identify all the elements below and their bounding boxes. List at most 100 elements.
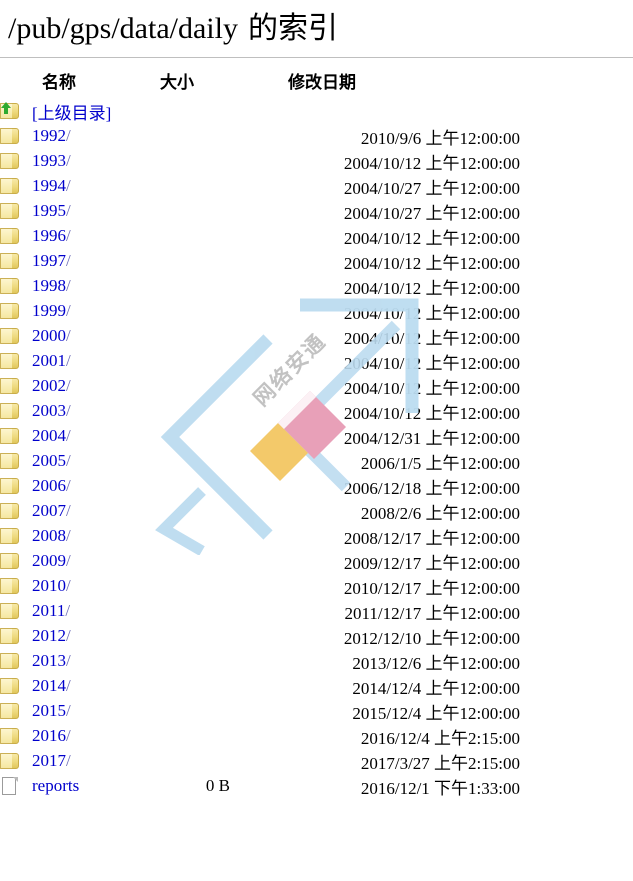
entry-link[interactable]: 2015/ (32, 701, 71, 720)
entry-link[interactable]: 2016/ (32, 726, 71, 745)
entry-date-cell: 2016/12/4 上午2:15:00 (360, 728, 520, 748)
entry-size-cell (152, 274, 230, 299)
entry-link[interactable]: 1998/ (32, 276, 71, 295)
entry-icon-cell (0, 499, 32, 524)
entry-link[interactable]: 2002/ (32, 376, 71, 395)
table-row[interactable]: 2014/2014/12/4 上午12:00:00 (0, 674, 520, 699)
folder-icon (0, 677, 20, 695)
entry-icon-cell (0, 599, 32, 624)
entry-name-cell: reports (32, 774, 152, 799)
entry-link[interactable]: 2011/ (32, 601, 70, 620)
table-row[interactable]: 1999/2004/10/12 上午12:00:00 (0, 299, 520, 324)
entry-link[interactable]: 2010/ (32, 576, 71, 595)
parent-directory-link[interactable]: [上级目录] (32, 104, 111, 123)
entry-link[interactable]: 2014/ (32, 676, 71, 695)
table-row[interactable]: 2008/2008/12/17 上午12:00:00 (0, 524, 520, 549)
folder-up-icon (0, 102, 20, 120)
entry-date-cell: 2004/10/12 上午12:00:00 (343, 353, 520, 373)
folder-icon (0, 202, 20, 220)
entry-link[interactable]: 2000/ (32, 326, 71, 345)
entry-link[interactable]: 2008/ (32, 526, 71, 545)
table-row[interactable]: 1998/2004/10/12 上午12:00:00 (0, 274, 520, 299)
entry-link[interactable]: 2004/ (32, 426, 71, 445)
entry-link[interactable]: 1993/ (32, 151, 71, 170)
table-row[interactable]: 2004/2004/12/31 上午12:00:00 (0, 424, 520, 449)
entry-size-cell (152, 299, 230, 324)
table-row[interactable]: 2007/2008/2/6 上午12:00:00 (0, 499, 520, 524)
table-row[interactable]: 1996/2004/10/12 上午12:00:00 (0, 224, 520, 249)
entry-size-cell (152, 249, 230, 274)
entry-link[interactable]: 2017/ (32, 751, 71, 770)
table-row[interactable]: 2011/2011/12/17 上午12:00:00 (0, 599, 520, 624)
entry-link[interactable]: 1992/ (32, 126, 71, 145)
entry-size-cell (152, 499, 230, 524)
table-row[interactable]: reports 0 B 2016/12/1 下午1:33:00 (0, 774, 520, 799)
entry-link[interactable]: 2013/ (32, 651, 71, 670)
entry-name-cell: 2012/ (32, 624, 152, 649)
entry-link[interactable]: 1999/ (32, 301, 71, 320)
table-row[interactable]: 2003/2004/10/12 上午12:00:00 (0, 399, 520, 424)
table-row[interactable]: 1994/2004/10/27 上午12:00:00 (0, 174, 520, 199)
entry-size-cell (152, 224, 230, 249)
entry-size-cell (152, 349, 230, 374)
table-row[interactable]: 1995/2004/10/27 上午12:00:00 (0, 199, 520, 224)
page-title: /pub/gps/data/daily 的索引 (0, 0, 633, 47)
table-row[interactable]: 1992/2010/9/6 上午12:00:00 (0, 124, 520, 149)
entry-link[interactable]: 1995/ (32, 201, 71, 220)
column-header-date[interactable]: 修改日期 (230, 68, 520, 99)
entry-name-cell: 2000/ (32, 324, 152, 349)
table-row[interactable]: 2010/2010/12/17 上午12:00:00 (0, 574, 520, 599)
entry-size-cell (152, 474, 230, 499)
table-row[interactable]: 2000/2004/10/12 上午12:00:00 (0, 324, 520, 349)
entry-link[interactable]: 2006/ (32, 476, 71, 495)
entry-name-cell: 2002/ (32, 374, 152, 399)
entry-link[interactable]: 1997/ (32, 251, 71, 270)
table-row[interactable]: 2016/2016/12/4 上午2:15:00 (0, 724, 520, 749)
table-row[interactable]: 2001/2004/10/12 上午12:00:00 (0, 349, 520, 374)
column-header-name[interactable]: 名称 (32, 68, 152, 99)
column-header-size[interactable]: 大小 (152, 68, 230, 99)
entry-link[interactable]: reports (32, 776, 79, 795)
entry-date-cell: 2004/10/12 上午12:00:00 (343, 403, 520, 423)
table-row[interactable]: 2005/2006/1/5 上午12:00:00 (0, 449, 520, 474)
entry-date-cell: 2017/3/27 上午2:15:00 (360, 753, 520, 773)
entry-date-cell: 2016/12/1 下午1:33:00 (360, 778, 520, 798)
entry-link[interactable]: 2003/ (32, 401, 71, 420)
entry-link[interactable]: 2001/ (32, 351, 71, 370)
table-row[interactable]: 2013/2013/12/6 上午12:00:00 (0, 649, 520, 674)
entry-name-cell: 2009/ (32, 549, 152, 574)
entry-link[interactable]: 1996/ (32, 226, 71, 245)
table-header-row: 名称 大小 修改日期 (0, 68, 520, 99)
table-row[interactable]: 2002/2004/10/12 上午12:00:00 (0, 374, 520, 399)
entry-date-cell: 2014/12/4 上午12:00:00 (352, 678, 520, 698)
entry-size-cell (152, 524, 230, 549)
entry-link[interactable]: 2005/ (32, 451, 71, 470)
table-row[interactable]: 2009/2009/12/17 上午12:00:00 (0, 549, 520, 574)
table-row[interactable]: 1997/2004/10/12 上午12:00:00 (0, 249, 520, 274)
entry-icon-cell (0, 199, 32, 224)
folder-icon (0, 227, 20, 245)
table-row[interactable]: 2012/2012/12/10 上午12:00:00 (0, 624, 520, 649)
entry-icon-cell (0, 399, 32, 424)
entry-icon-cell (0, 624, 32, 649)
table-row[interactable]: 2015/2015/12/4 上午12:00:00 (0, 699, 520, 724)
entry-size-cell (152, 674, 230, 699)
entry-link[interactable]: 1994/ (32, 176, 71, 195)
entry-link[interactable]: 2009/ (32, 551, 71, 570)
folder-icon (0, 527, 20, 545)
table-row[interactable]: 2017/2017/3/27 上午2:15:00 (0, 749, 520, 774)
table-row[interactable]: 2006/2006/12/18 上午12:00:00 (0, 474, 520, 499)
entry-date-cell: 2004/10/12 上午12:00:00 (343, 278, 520, 298)
table-row[interactable]: 1993/2004/10/12 上午12:00:00 (0, 149, 520, 174)
entry-link[interactable]: 2007/ (32, 501, 71, 520)
folder-icon (0, 277, 20, 295)
entry-date-cell: 2008/2/6 上午12:00:00 (360, 503, 520, 523)
entry-icon-cell (0, 699, 32, 724)
entry-date-cell: 2004/10/27 上午12:00:00 (343, 178, 520, 198)
entry-name-cell: 2005/ (32, 449, 152, 474)
folder-icon (0, 727, 20, 745)
parent-directory-row[interactable]: [上级目录] (0, 99, 520, 124)
entry-link[interactable]: 2012/ (32, 626, 71, 645)
entry-icon-cell (0, 324, 32, 349)
entry-date-cell: 2013/12/6 上午12:00:00 (352, 653, 520, 673)
